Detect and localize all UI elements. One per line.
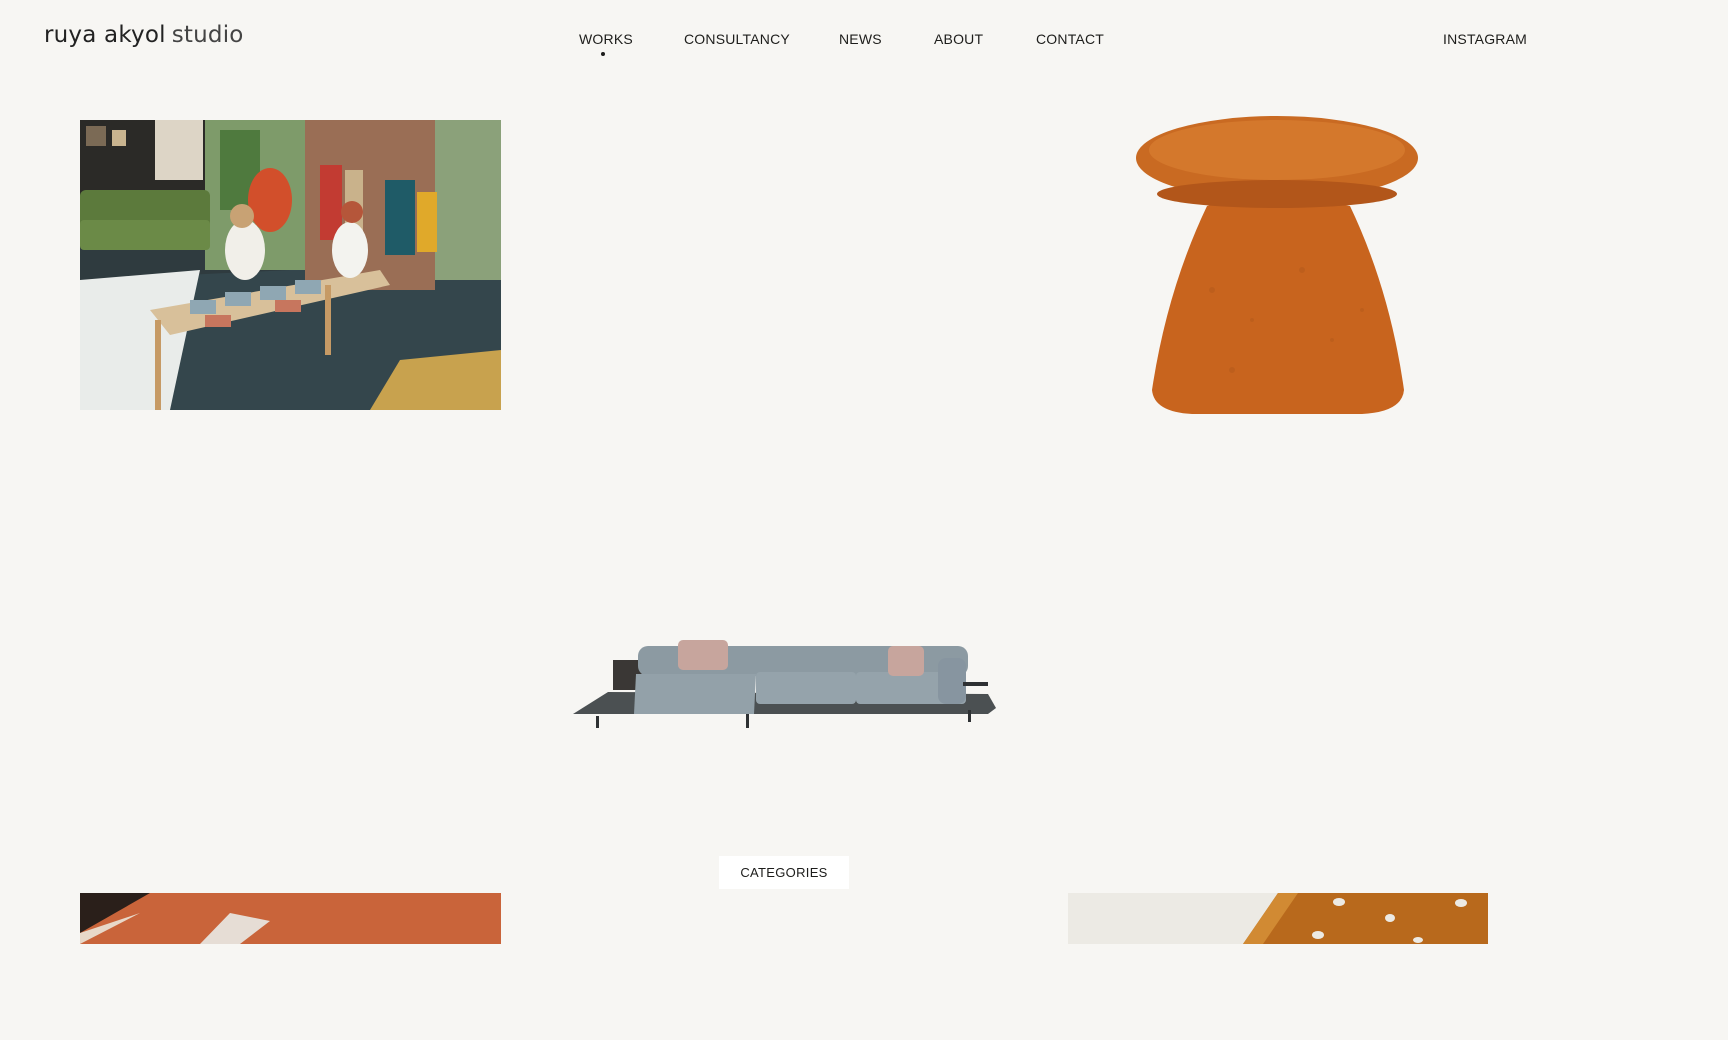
work-tile-pouf[interactable]	[1132, 110, 1422, 422]
brand-name: ruya akyol	[44, 22, 166, 48]
active-indicator-dot	[601, 52, 605, 56]
categories-button[interactable]: CATEGORIES	[719, 856, 849, 889]
nav-news[interactable]: NEWS	[839, 31, 882, 47]
work-tile-amber[interactable]	[1068, 893, 1488, 944]
work-tile-orange[interactable]	[80, 893, 501, 944]
nav-about[interactable]: ABOUT	[934, 31, 983, 47]
amber-detail-image	[1068, 893, 1488, 944]
brand-subname: studio	[171, 22, 244, 48]
brand-logo[interactable]: ruya akyol studio	[44, 22, 244, 48]
pouf-image	[1136, 116, 1418, 414]
showroom-image	[80, 120, 501, 410]
orange-detail-image	[80, 893, 501, 944]
instagram-link[interactable]: INSTAGRAM	[1443, 31, 1527, 47]
work-tile-showroom[interactable]	[80, 120, 501, 410]
site-header: ruya akyol studio WORKS CONSULTANCY NEWS …	[0, 0, 1568, 80]
nav-consultancy[interactable]: CONSULTANCY	[684, 31, 790, 47]
work-tile-sofa[interactable]	[568, 630, 1000, 734]
nav-works[interactable]: WORKS	[579, 31, 633, 47]
nav-contact[interactable]: CONTACT	[1036, 31, 1104, 47]
sofa-image	[573, 640, 996, 728]
